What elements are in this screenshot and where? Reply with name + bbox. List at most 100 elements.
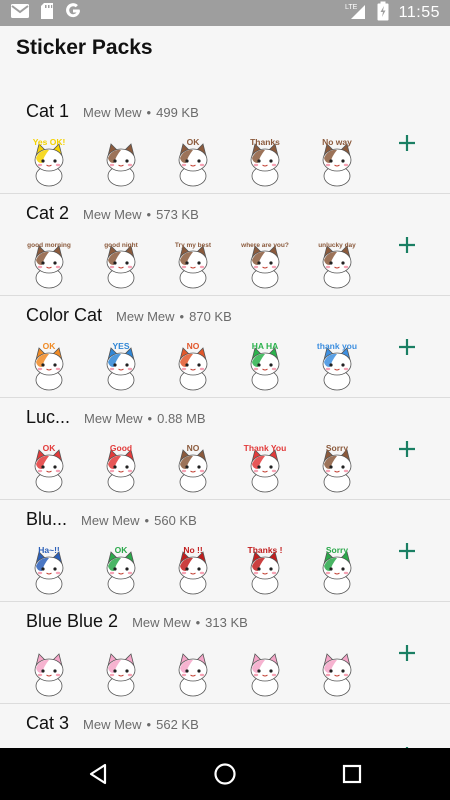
sd-card-icon	[40, 2, 54, 25]
sticker-thumbnail	[310, 646, 364, 703]
svg-text:Thanks: Thanks	[250, 137, 280, 147]
pack-name: Color Cat	[26, 305, 103, 325]
sticker-thumbnail	[22, 646, 76, 703]
sticker-pack-list[interactable]: Cat 1 Mew Mew • 499 KB Yes OK! OK Thanks No way…	[0, 92, 450, 748]
svg-text:Yes OK!: Yes OK!	[33, 137, 66, 147]
sticker-thumbnail: OK	[22, 340, 76, 397]
recents-icon	[342, 764, 362, 784]
sticker-thumbnail: unlucky day	[310, 238, 364, 295]
sticker-thumbnail: Thank You	[238, 442, 292, 499]
sticker-thumbnail: thank you	[310, 340, 364, 397]
add-to-whatsapp-button[interactable]	[396, 132, 418, 154]
svg-text:OK: OK	[43, 443, 57, 453]
sticker-thumbnail: Thanks	[238, 136, 292, 193]
pack-publisher: Mew Mew	[83, 207, 142, 222]
sticker-thumbnail: No !!	[166, 544, 220, 601]
pack-size: 0.88 MB	[157, 411, 206, 426]
svg-text:No way: No way	[322, 137, 352, 147]
back-button[interactable]	[86, 762, 110, 786]
meta-separator: •	[146, 207, 152, 222]
pack-header: Color Cat Mew Mew • 870 KB	[26, 305, 232, 329]
pack-meta: Mew Mew • 560 KB	[81, 513, 197, 528]
sticker-thumbnail	[94, 646, 148, 703]
sticker-pack-row[interactable]: Blu... Mew Mew • 560 KB Ha~!! OK No !! Thanks !…	[0, 500, 450, 602]
pack-meta: Mew Mew • 573 KB	[83, 207, 199, 222]
pack-size: 560 KB	[154, 513, 197, 528]
sticker-thumbnail	[238, 646, 292, 703]
pack-name: Cat 2	[26, 203, 70, 223]
meta-separator: •	[144, 513, 150, 528]
pack-publisher: Mew Mew	[84, 411, 143, 426]
meta-separator: •	[146, 105, 152, 120]
svg-text:OK: OK	[115, 545, 129, 555]
sticker-preview-strip: OK Good NO Thank You Sorry	[22, 442, 364, 499]
svg-text:Ha~!!: Ha~!!	[38, 545, 60, 555]
pack-publisher: Mew Mew	[81, 513, 140, 528]
add-to-whatsapp-button[interactable]	[396, 234, 418, 256]
sticker-thumbnail: Good	[94, 442, 148, 499]
pack-header: Cat 1 Mew Mew • 499 KB	[26, 101, 199, 125]
svg-text:Good: Good	[110, 443, 132, 453]
sticker-pack-row[interactable]: Blue Blue 2 Mew Mew • 313 KB	[0, 602, 450, 704]
add-to-whatsapp-button[interactable]	[396, 438, 418, 460]
plus-icon	[399, 237, 415, 253]
svg-text:unlucky day: unlucky day	[318, 242, 356, 249]
sticker-preview-strip	[22, 646, 364, 703]
sticker-pack-row[interactable]: Luc... Mew Mew • 0.88 MB OK Good NO Thank You So…	[0, 398, 450, 500]
svg-text:Sorry: Sorry	[326, 545, 348, 555]
sticker-preview-strip: Ha~!! OK No !! Thanks ! Sorry	[22, 544, 364, 601]
sticker-pack-row[interactable]: Color Cat Mew Mew • 870 KB OK YES NO HA HA thank…	[0, 296, 450, 398]
svg-text:good night: good night	[104, 242, 138, 249]
pack-name: Blue Blue 2	[26, 611, 119, 631]
pack-header: Luc... Mew Mew • 0.88 MB	[26, 407, 206, 431]
svg-text:NO: NO	[187, 443, 200, 453]
pack-size: 313 KB	[205, 615, 248, 630]
svg-text:OK: OK	[187, 137, 201, 147]
app-bar: Sticker Packs	[0, 26, 450, 72]
sticker-preview-strip: Yes OK! OK Thanks No way	[22, 136, 364, 193]
sticker-thumbnail: good night	[94, 238, 148, 295]
svg-text:Thank You: Thank You	[244, 443, 287, 453]
sticker-thumbnail: good morning	[22, 238, 76, 295]
pack-meta: Mew Mew • 499 KB	[83, 105, 199, 120]
sticker-thumbnail	[94, 136, 148, 193]
sticker-pack-row[interactable]: Cat 2 Mew Mew • 573 KB good morning good nigh…	[0, 194, 450, 296]
status-bar-notifications	[10, 2, 82, 25]
plus-icon	[399, 339, 415, 355]
recents-button[interactable]	[340, 762, 364, 786]
plus-icon	[399, 543, 415, 559]
svg-text:No !!: No !!	[183, 545, 203, 555]
pack-meta: Mew Mew • 0.88 MB	[84, 411, 206, 426]
sticker-thumbnail: Ha~!!	[22, 544, 76, 601]
add-to-whatsapp-button[interactable]	[396, 642, 418, 664]
sticker-pack-row[interactable]: Cat 3 Mew Mew • 562 KB	[0, 704, 450, 748]
svg-text:Thanks !: Thanks !	[248, 545, 283, 555]
pack-meta: Mew Mew • 562 KB	[83, 717, 199, 732]
sticker-pack-row[interactable]: Cat 1 Mew Mew • 499 KB Yes OK! OK Thanks No way	[0, 92, 450, 194]
plus-icon	[399, 135, 415, 151]
sticker-thumbnail: NO	[166, 442, 220, 499]
pack-meta: Mew Mew • 313 KB	[132, 615, 248, 630]
home-icon	[214, 763, 236, 785]
meta-separator: •	[179, 309, 185, 324]
navigation-bar	[0, 748, 450, 800]
sticker-thumbnail: Yes OK!	[22, 136, 76, 193]
svg-text:where are you?: where are you?	[240, 242, 289, 249]
pack-meta: Mew Mew • 870 KB	[116, 309, 232, 324]
meta-separator: •	[195, 615, 201, 630]
google-icon	[64, 2, 82, 25]
pack-header: Blu... Mew Mew • 560 KB	[26, 509, 197, 533]
sticker-thumbnail: HA HA	[238, 340, 292, 397]
svg-text:OK: OK	[43, 341, 57, 351]
add-to-whatsapp-button[interactable]	[396, 336, 418, 358]
home-button[interactable]	[213, 762, 237, 786]
svg-text:Try my best: Try my best	[175, 242, 212, 249]
sticker-thumbnail: Sorry	[310, 442, 364, 499]
sticker-thumbnail: OK	[166, 136, 220, 193]
add-to-whatsapp-button[interactable]	[396, 540, 418, 562]
sticker-thumbnail: where are you?	[238, 238, 292, 295]
svg-text:YES: YES	[112, 341, 129, 351]
battery-charging-icon	[377, 1, 389, 26]
pack-header: Cat 2 Mew Mew • 573 KB	[26, 203, 199, 227]
sticker-thumbnail: YES	[94, 340, 148, 397]
